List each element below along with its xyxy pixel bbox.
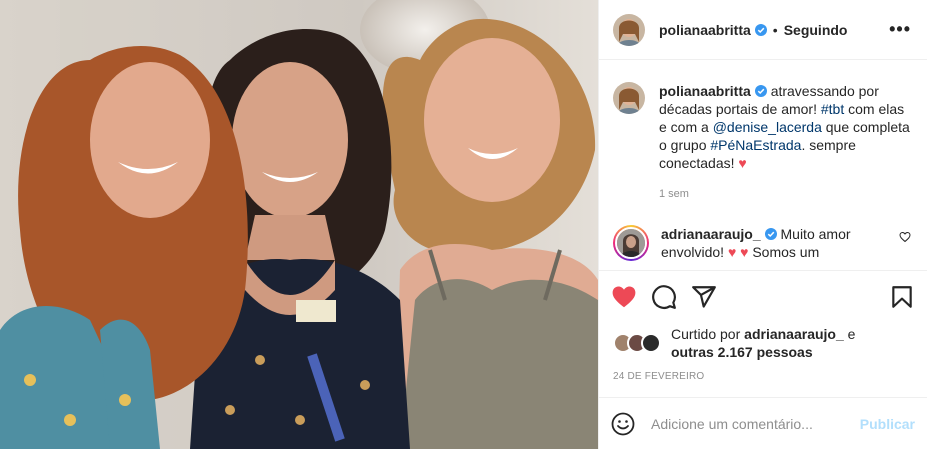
mention-link[interactable]: @denise_lacerda	[713, 119, 822, 135]
actions-section: Curtido por adrianaaraujo_ e outras 2.16…	[599, 270, 927, 382]
likes-text: Curtido por adrianaaraujo_ e outras 2.16…	[671, 325, 855, 361]
caption-username[interactable]: polianaabritta	[659, 83, 751, 99]
action-icons	[599, 271, 927, 323]
caption-time[interactable]: 1 sem	[659, 185, 911, 203]
hashtag-link[interactable]: #tbt	[821, 101, 844, 117]
comments-section: polianaabritta atravessando por décadas …	[599, 60, 927, 270]
post-photo[interactable]	[0, 0, 598, 449]
caption-body: polianaabritta atravessando por décadas …	[659, 82, 911, 203]
share-icon[interactable]	[691, 284, 717, 310]
publish-button[interactable]: Publicar	[860, 416, 915, 432]
heart-filled-icon[interactable]	[611, 284, 637, 310]
photo-illustration	[0, 0, 598, 449]
hashtag-link[interactable]: #PéNaEstrada	[710, 137, 801, 153]
more-options-icon[interactable]: •••	[889, 19, 911, 40]
bookmark-icon[interactable]	[889, 284, 915, 310]
heart-emoji: ♥	[738, 155, 747, 171]
post-side-panel: polianaabritta • Seguindo ••• polianaabr…	[598, 0, 927, 449]
likes-mid: e	[843, 326, 856, 342]
verified-badge-icon	[764, 228, 777, 240]
author-avatar[interactable]	[613, 13, 645, 46]
likes-others-link[interactable]: outras 2.167 pessoas	[671, 344, 813, 360]
post-header: polianaabritta • Seguindo •••	[599, 0, 927, 60]
separator-dot: •	[772, 21, 778, 38]
comment-like-icon[interactable]	[899, 231, 911, 243]
verified-badge-icon	[754, 23, 767, 36]
heart-emojis: ♥ ♥	[727, 244, 749, 260]
add-comment-bar: Publicar	[599, 397, 927, 449]
liker-avatars[interactable]	[613, 333, 661, 353]
comment-input[interactable]	[651, 415, 860, 432]
comment-icon[interactable]	[651, 284, 677, 310]
post-date[interactable]: 24 DE FEVEREIRO	[599, 363, 927, 382]
commenter-avatar[interactable]	[613, 225, 649, 261]
following-button[interactable]: Seguindo	[784, 22, 848, 38]
verified-badge-icon	[754, 85, 767, 97]
caption: polianaabritta atravessando por décadas …	[613, 82, 911, 203]
comment-item: adrianaaraujo_ Muito amor envolvido! ♥ ♥…	[613, 225, 911, 261]
comment-text-tail: Somos um	[748, 244, 820, 260]
emoji-icon[interactable]	[611, 412, 635, 436]
likes-summary: Curtido por adrianaaraujo_ e outras 2.16…	[599, 323, 927, 363]
caption-avatar[interactable]	[613, 82, 645, 114]
comment-body: adrianaaraujo_ Muito amor envolvido! ♥ ♥…	[661, 225, 893, 261]
author-username[interactable]: polianaabritta	[659, 22, 751, 38]
liker-username[interactable]: adrianaaraujo_	[744, 326, 844, 342]
liker-avatar	[641, 333, 661, 353]
likes-prefix: Curtido por	[671, 326, 745, 342]
commenter-username[interactable]: adrianaaraujo_	[661, 226, 761, 242]
